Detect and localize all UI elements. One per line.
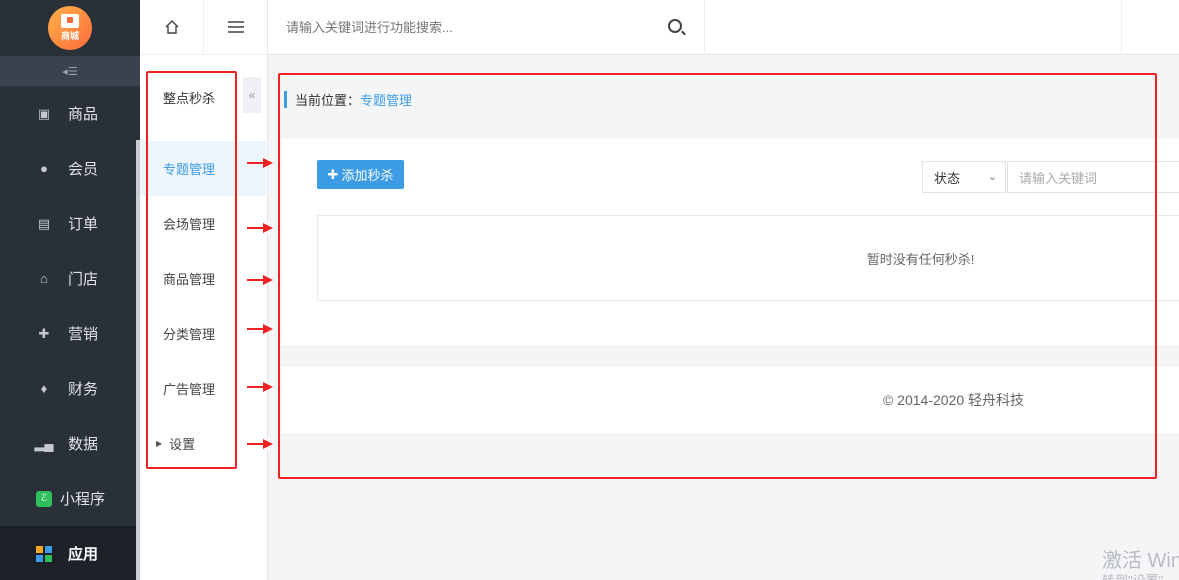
logo-text: 商城 [60,31,79,41]
sidebar-item-apps[interactable]: 应用 [0,526,140,580]
sidebar-item-marketing[interactable]: ✚ 营销 [0,306,140,361]
gift-icon: ✚ [38,325,50,341]
sidebar-item-data[interactable]: ▂▄ 数据 [0,416,140,471]
sidebar-item-finance[interactable]: ♦ 财务 [0,361,140,416]
main-sidebar: 商城 ◂☰ ▣ 商品 ● 会员 ▤ 订单 ⌂ 门店 ✚ 营销 ♦ 财务 ▂▄ 数… [0,0,140,580]
logo-area: 商城 [0,0,140,56]
shopping-bag-icon [61,14,79,28]
bag-icon: ▣ [37,105,51,121]
annotation-arrow-icon [247,223,273,233]
sidebar-item-label: 小程序 [60,491,106,508]
activation-watermark-sub: 转到"设置" [1102,570,1163,580]
topbar-divider [1121,0,1122,55]
annotation-arrow-icon [247,439,273,449]
sidebar-item-label: 商品 [68,106,99,123]
collapse-menu-icon: ◂☰ [62,65,78,78]
sidebar-item-members[interactable]: ● 会员 [0,141,140,196]
shop-logo[interactable]: 商城 [48,6,92,50]
annotation-arrow-icon [247,158,273,168]
search-icon[interactable] [668,19,682,33]
sidebar-item-label: 财务 [68,381,99,398]
user-icon: ● [40,161,48,176]
sidebar-item-label: 门店 [68,271,99,288]
apps-grid-icon [36,545,52,562]
sidebar-item-label: 订单 [68,216,99,233]
document-icon: ▤ [37,215,51,231]
sidebar-item-miniprogram[interactable]: ℰ 小程序 [0,471,140,526]
annotation-arrow-icon [247,324,273,334]
sidebar-item-label: 应用 [68,546,99,563]
home-icon [165,20,178,34]
double-chevron-left-icon: « [248,88,256,102]
menu-toggle-button[interactable] [204,0,268,55]
sidebar-item-label: 数据 [68,436,99,453]
store-icon: ⌂ [40,271,48,286]
annotation-box-content [278,73,1157,479]
sidebar-item-label: 会员 [68,161,99,178]
function-search-input[interactable] [286,20,646,35]
sidebar-item-goods[interactable]: ▣ 商品 [0,86,140,141]
sub-sidebar-collapse-button[interactable]: « [243,77,261,113]
sidebar-item-orders[interactable]: ▤ 订单 [0,196,140,251]
top-bar [268,0,1179,55]
hamburger-icon [228,21,244,33]
money-bag-icon: ♦ [40,381,48,396]
function-search [268,0,705,55]
activation-watermark: 激活 Win [1102,550,1179,572]
sidebar-item-label: 营销 [68,326,99,343]
annotation-arrow-icon [247,382,273,392]
annotation-box-subnav [146,71,237,469]
sidebar-collapse-toggle[interactable]: ◂☰ [0,56,140,86]
mini-program-icon: ℰ [36,490,52,507]
home-button[interactable] [140,0,204,55]
bar-chart-icon: ▂▄ [34,435,54,451]
annotation-arrow-icon [247,275,273,285]
sidebar-item-stores[interactable]: ⌂ 门店 [0,251,140,306]
